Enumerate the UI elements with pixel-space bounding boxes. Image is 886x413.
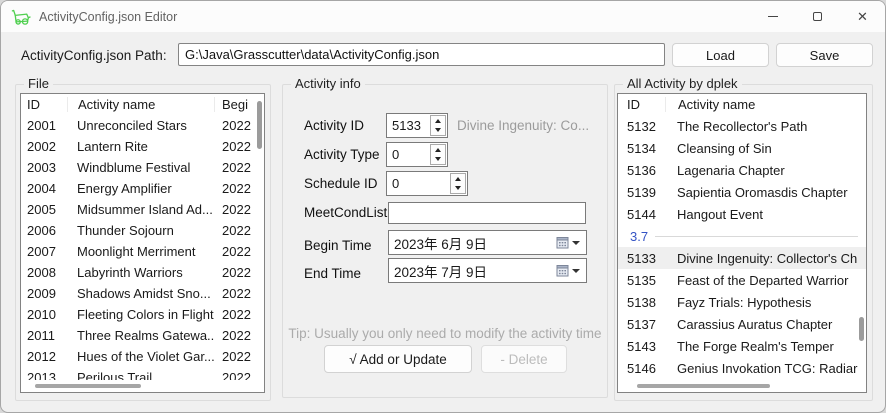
version-divider: 3.7 — [618, 225, 866, 247]
column-header-activity-name[interactable]: Activity name — [665, 97, 866, 112]
spin-up-button[interactable] — [431, 116, 445, 126]
dropdown-arrow-icon[interactable] — [572, 269, 580, 273]
table-row[interactable]: 5135Feast of the Departed Warrior — [618, 269, 866, 291]
arrow-down-icon — [455, 186, 461, 190]
table-row[interactable]: 2009Shadows Amidst Sno...2022 — [21, 283, 264, 304]
file-activity-list: ID Activity name Begi 2001Unreconciled S… — [20, 93, 265, 393]
path-input[interactable] — [178, 43, 665, 66]
end-time-label: End Time — [304, 266, 361, 281]
window-title: ActivityConfig.json Editor — [39, 10, 177, 24]
table-row[interactable]: 5139Sapientia Oromasdis Chapter — [618, 181, 866, 203]
spinner-buttons — [450, 173, 466, 194]
table-row[interactable]: 2010Fleeting Colors in Flight2022 — [21, 304, 264, 325]
table-row[interactable]: 2001Unreconciled Stars2022 — [21, 115, 264, 136]
activity-id-spinner[interactable]: 5133 — [386, 113, 448, 138]
meetcondlist-label: MeetCondList — [304, 205, 387, 220]
column-header-id[interactable]: ID — [21, 97, 67, 112]
activity-info-title: Activity info — [291, 76, 365, 91]
app-window: ActivityConfig.json Editor ✕ ActivityCon… — [0, 0, 886, 413]
column-header-activity-name[interactable]: Activity name — [67, 97, 215, 112]
table-row[interactable]: 5134Cleansing of Sin — [618, 137, 866, 159]
schedule-id-label: Schedule ID — [304, 176, 378, 191]
spin-down-button[interactable] — [431, 126, 445, 136]
table-row[interactable]: 5144Hangout Event — [618, 203, 866, 225]
schedule-id-value: 0 — [387, 172, 450, 195]
arrow-down-icon — [435, 157, 441, 161]
file-list-header: ID Activity name Begi — [21, 94, 264, 115]
table-row[interactable]: 2012Hues of the Violet Gar...2022 — [21, 346, 264, 367]
close-button[interactable]: ✕ — [840, 1, 885, 32]
all-activity-list: ID Activity name 5132The Recollector's P… — [617, 93, 867, 393]
calendar-icon[interactable] — [556, 236, 569, 249]
table-row[interactable]: 2011Three Realms Gatewa...2022 — [21, 325, 264, 346]
minimize-icon — [768, 16, 778, 17]
schedule-id-spinner[interactable]: 0 — [386, 171, 468, 196]
activity-name-note: Divine Ingenuity: Co... — [457, 118, 605, 133]
end-time-picker[interactable]: 2023年 7月 9日 — [388, 258, 587, 283]
activity-type-label: Activity Type — [304, 147, 380, 162]
spinner-buttons — [430, 144, 446, 165]
divider-line — [655, 236, 858, 237]
begin-time-value: 2023年 6月 9日 — [389, 233, 556, 253]
arrow-up-icon — [455, 177, 461, 181]
table-row[interactable]: 5136Lagenaria Chapter — [618, 159, 866, 181]
table-row[interactable]: 5146Genius Invokation TCG: Radiar — [618, 357, 866, 379]
load-button[interactable]: Load — [672, 43, 769, 67]
scrollbar-thumb[interactable] — [637, 384, 770, 388]
dropdown-arrow-icon[interactable] — [572, 241, 580, 245]
spin-up-button[interactable] — [451, 174, 465, 184]
begin-time-picker[interactable]: 2023年 6月 9日 — [388, 230, 587, 255]
tip-text: Tip: Usually you only need to modify the… — [282, 326, 608, 341]
spin-up-button[interactable] — [431, 145, 445, 155]
maximize-icon — [813, 12, 822, 21]
spin-down-button[interactable] — [431, 155, 445, 165]
delete-button[interactable]: - Delete — [481, 345, 567, 373]
meetcondlist-input[interactable] — [388, 202, 586, 224]
window-controls: ✕ — [750, 1, 885, 32]
table-row[interactable]: 2005Midsummer Island Ad...2022 — [21, 199, 264, 220]
activity-type-value: 0 — [387, 143, 430, 166]
column-header-id[interactable]: ID — [618, 97, 665, 112]
end-time-value: 2023年 7月 9日 — [389, 261, 556, 281]
table-row[interactable]: 5132The Recollector's Path — [618, 115, 866, 137]
vertical-scrollbar[interactable] — [257, 101, 262, 149]
close-icon: ✕ — [857, 10, 868, 23]
table-row[interactable]: 2003Windblume Festival2022 — [21, 157, 264, 178]
arrow-up-icon — [435, 148, 441, 152]
activity-id-value: 5133 — [387, 114, 430, 137]
table-row[interactable]: 2008Labyrinth Warriors2022 — [21, 262, 264, 283]
table-row[interactable]: 2002Lantern Rite2022 — [21, 136, 264, 157]
calendar-icon[interactable] — [556, 264, 569, 277]
vertical-scrollbar[interactable] — [859, 317, 864, 341]
table-row[interactable]: 5137Carassius Auratus Chapter — [618, 313, 866, 335]
table-row[interactable]: 2004Energy Amplifier2022 — [21, 178, 264, 199]
begin-time-label: Begin Time — [304, 238, 372, 253]
table-row[interactable]: 2007Moonlight Merriment2022 — [21, 241, 264, 262]
title-bar[interactable]: ActivityConfig.json Editor ✕ — [1, 1, 885, 32]
activity-id-label: Activity ID — [304, 118, 364, 133]
horizontal-scrollbar[interactable] — [619, 380, 865, 392]
table-row[interactable]: 2006Thunder Sojourn2022 — [21, 220, 264, 241]
minimize-button[interactable] — [750, 1, 795, 32]
save-button[interactable]: Save — [776, 43, 873, 67]
scrollbar-thumb[interactable] — [35, 384, 141, 388]
all-activity-title: All Activity by dplek — [623, 76, 742, 91]
spin-down-button[interactable] — [451, 184, 465, 194]
maximize-button[interactable] — [795, 1, 840, 32]
add-or-update-button[interactable]: √ Add or Update — [324, 345, 472, 373]
activity-type-spinner[interactable]: 0 — [386, 142, 448, 167]
arrow-down-icon — [435, 128, 441, 132]
spinner-buttons — [430, 115, 446, 136]
version-label: 3.7 — [618, 229, 648, 244]
table-row-selected[interactable]: 5133Divine Ingenuity: Collector's Ch — [618, 247, 866, 269]
grasscutter-logo-icon — [11, 8, 31, 26]
file-group-title: File — [24, 76, 53, 91]
path-label: ActivityConfig.json Path: — [21, 48, 167, 63]
arrow-up-icon — [435, 119, 441, 123]
all-list-header: ID Activity name — [618, 94, 866, 115]
horizontal-scrollbar[interactable] — [22, 380, 263, 392]
table-row[interactable]: 5138Fayz Trials: Hypothesis — [618, 291, 866, 313]
table-row[interactable]: 5143The Forge Realm's Temper — [618, 335, 866, 357]
